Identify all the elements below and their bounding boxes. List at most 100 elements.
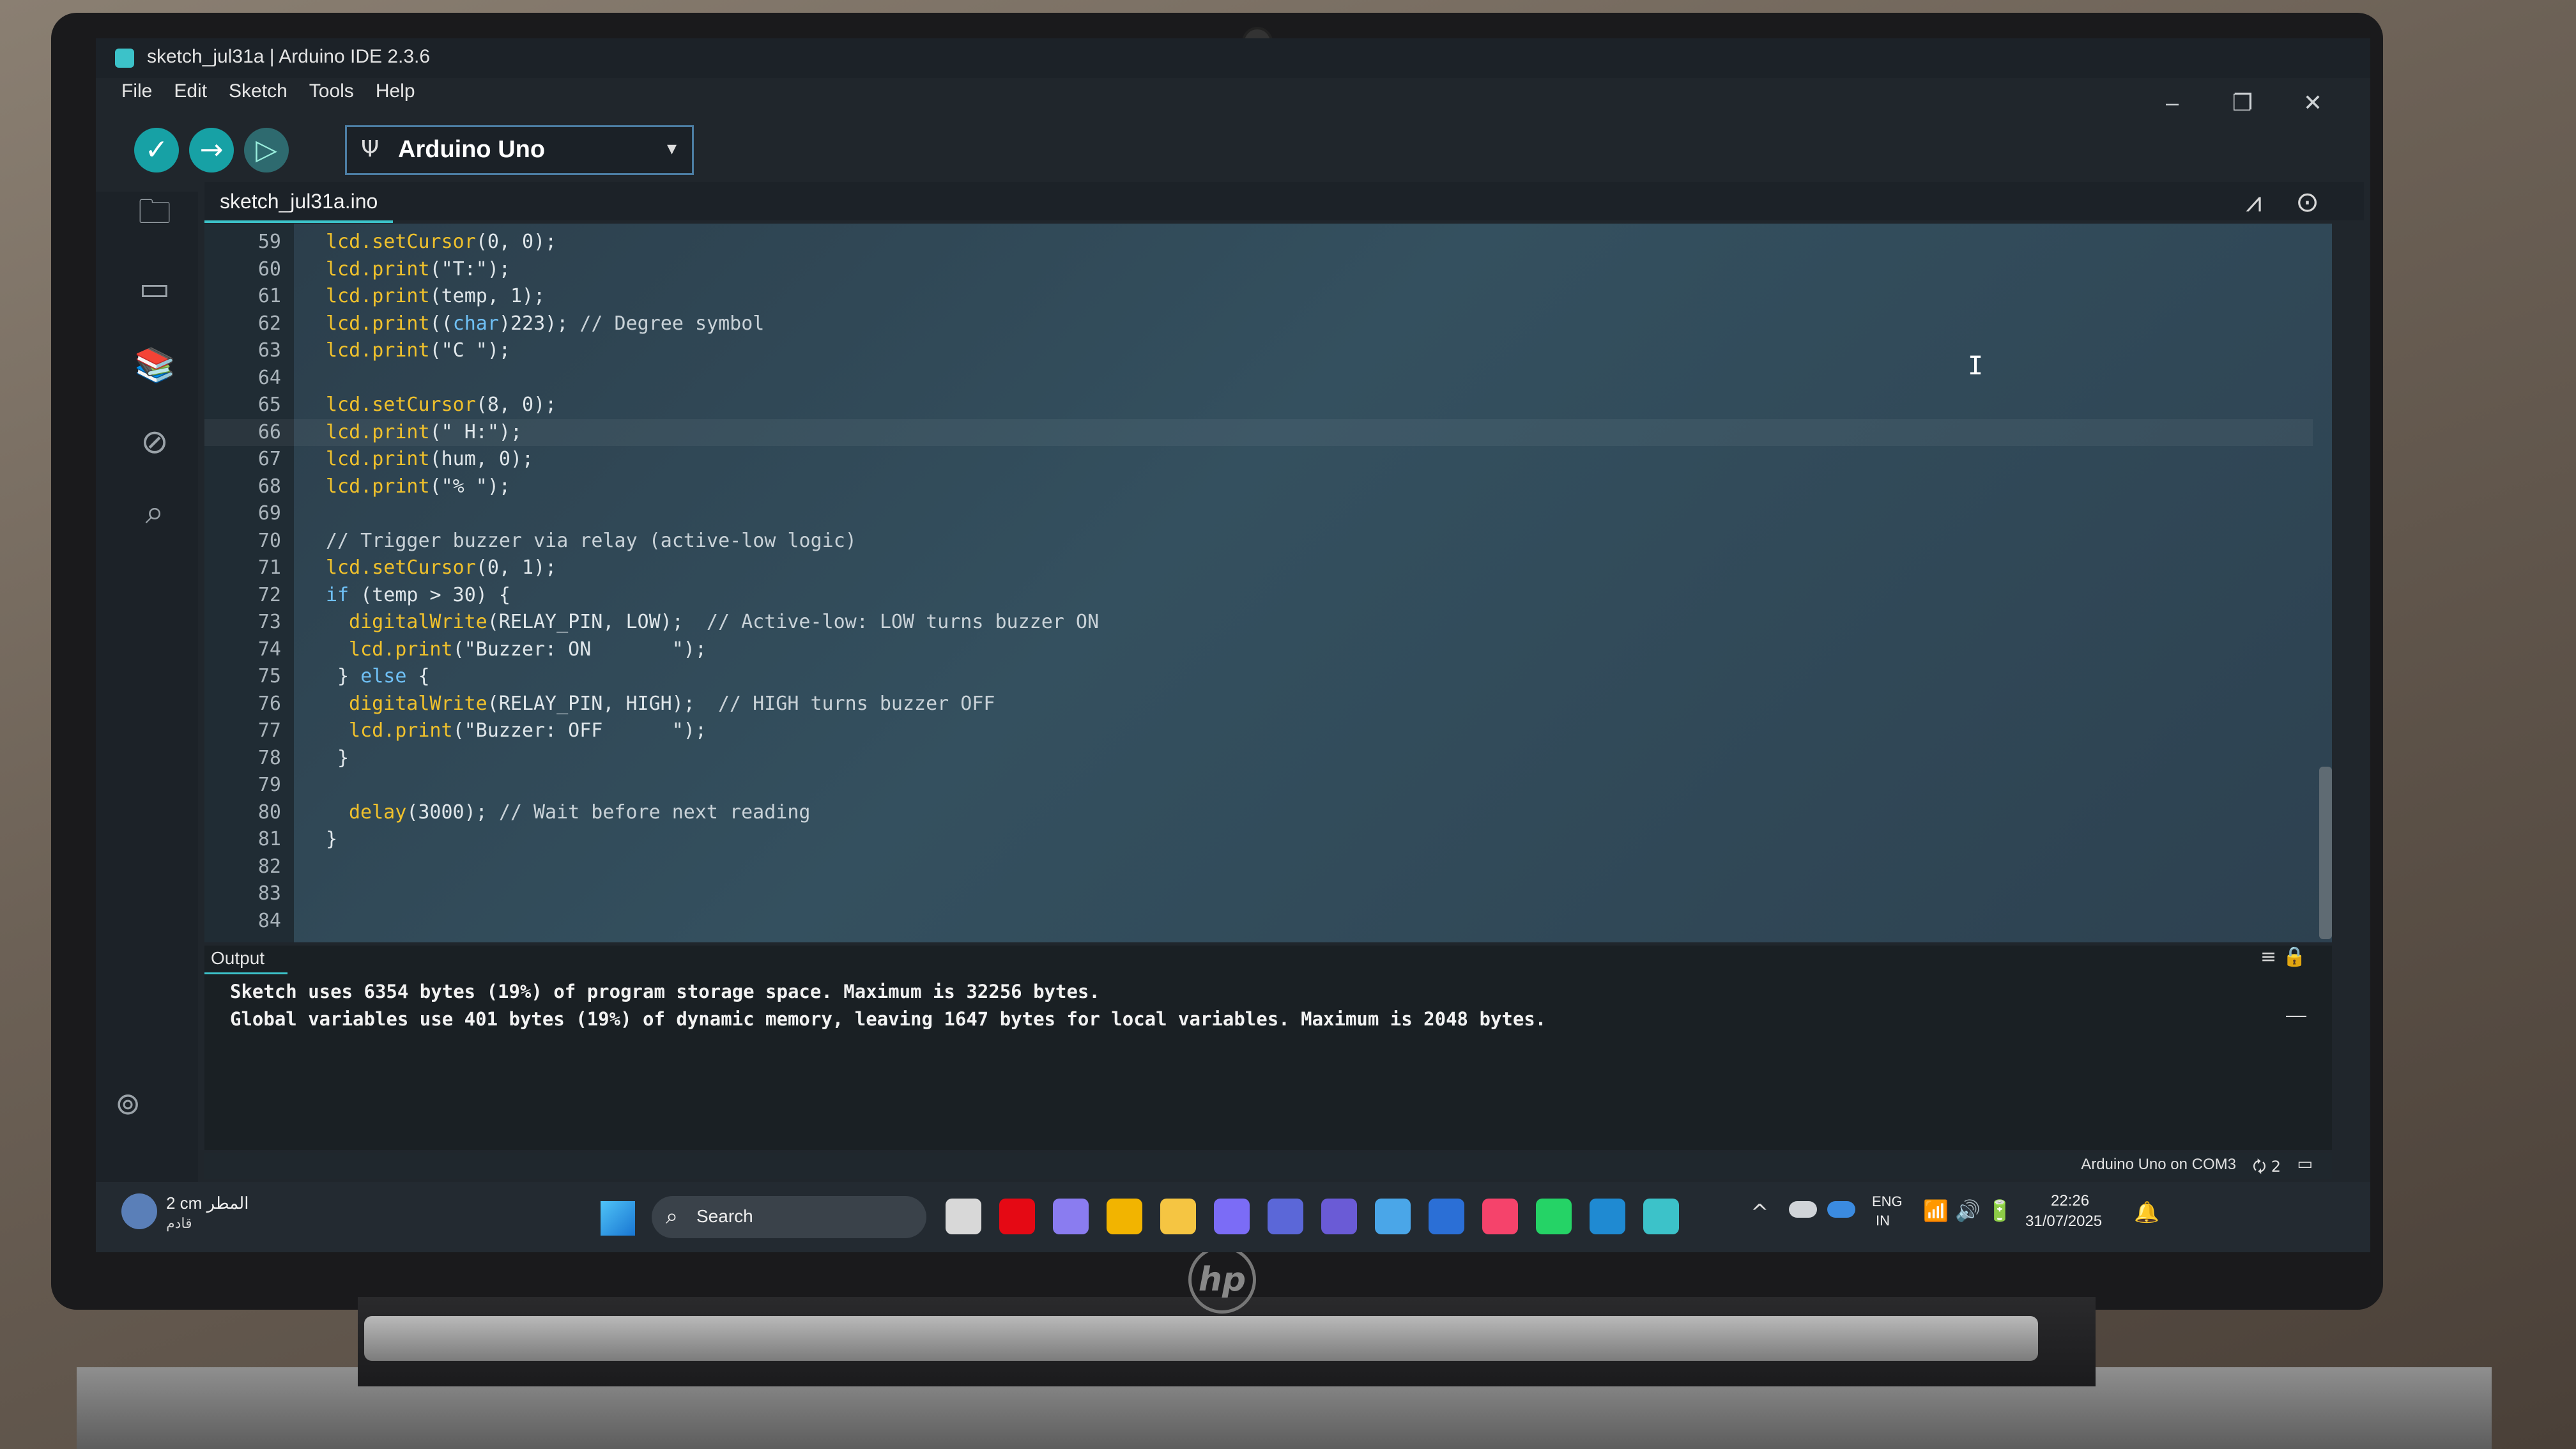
window-title: sketch_jul31a | Arduino IDE 2.3.6 [147,46,431,67]
menu-file[interactable]: File [121,80,152,111]
code-line[interactable]: 67 lcd.print(hum, 0); [204,446,2313,473]
account-icon[interactable]: ⊚ [115,1086,141,1122]
line-number: 61 [257,285,281,307]
cloud-icon[interactable] [1827,1201,1855,1218]
boards-manager-icon[interactable]: ▭ [134,268,175,309]
taskbar-search[interactable]: ⌕ Search [652,1196,926,1238]
taskbar-app-photos[interactable] [1375,1199,1411,1234]
tab-bar: sketch_jul31a.ino ⩘ ⊙ [204,182,2364,223]
code-line[interactable]: 59 lcd.setCursor(0, 0); [204,229,2313,256]
status-board-port[interactable]: Arduino Uno on COM3 [2081,1156,2236,1174]
taskbar-app-word[interactable] [1429,1199,1464,1234]
sketchbook-folder-icon[interactable]: 🗀 [134,192,175,233]
output-line: Sketch uses 6354 bytes (19%) of program … [230,981,1100,1002]
code-line[interactable]: 69 [204,500,2313,527]
taskbar-app-whatsapp[interactable] [1536,1199,1572,1234]
tray-chevron-icon[interactable]: ^ [1751,1200,1769,1225]
code-line[interactable]: 61 lcd.print(temp, 1); [204,283,2313,310]
code-line[interactable]: 71 lcd.setCursor(0, 1); [204,555,2313,581]
verify-button[interactable]: ✓ [134,128,179,172]
code-line[interactable]: 77 lcd.print("Buzzer: OFF "); [204,717,2313,744]
code-token: // Trigger buzzer via relay (active-low … [326,529,857,552]
code-line[interactable]: 81} [204,826,2313,853]
clock-date[interactable]: 31/07/2025 [2025,1213,2102,1230]
output-tab-underline [204,972,288,974]
code-line[interactable]: 76 digitalWrite(RELAY_PIN, HIGH); // HIGH… [204,691,2313,717]
tray-status-icons[interactable]: 📶 🔊 🔋 [1923,1199,2012,1223]
code-token: { [406,665,430,687]
code-token: // Degree symbol [579,312,765,335]
code-line[interactable]: 72 if (temp > 30) { [204,582,2313,609]
start-button[interactable] [601,1201,635,1236]
code-line[interactable]: 63 lcd.print("C "); [204,337,2313,364]
notification-bell-icon[interactable]: 🔔 [2134,1200,2159,1224]
taskbar-app-task-view[interactable] [946,1199,981,1234]
code-editor[interactable]: 59 lcd.setCursor(0, 0); 60 lcd.print("T:");… [204,224,2332,942]
language-region[interactable]: IN [1876,1213,1890,1229]
taskbar-app-teams[interactable] [1268,1199,1303,1234]
code-token: lcd.print [326,420,430,443]
toggle-panel-icon[interactable]: ▭ [2297,1154,2313,1174]
code-text: } [326,745,349,772]
code-line[interactable]: 82 [204,854,2313,880]
code-line[interactable]: 62 lcd.print((char)223); // Degree symbol [204,310,2313,337]
serial-monitor-icon[interactable]: ⊙ [2296,186,2319,218]
taskbar-app-chrome[interactable] [1107,1199,1142,1234]
line-number: 84 [257,909,281,932]
weather-icon[interactable] [121,1193,157,1229]
board-selector[interactable]: Ψ Arduino Uno ▾ [345,125,694,175]
weather-temperature[interactable]: 2 cm المطر [166,1193,249,1213]
code-line[interactable]: 65 lcd.setCursor(8, 0); [204,392,2313,418]
line-number: 71 [257,556,281,579]
code-text: } [326,826,337,853]
code-line[interactable]: 64 [204,365,2313,392]
code-token: (temp, 1); [429,285,546,307]
code-line[interactable]: 79 [204,772,2313,799]
maximize-button[interactable]: ❐ [2211,89,2274,116]
clock-time[interactable]: 22:26 [2051,1192,2089,1210]
status-notifications[interactable]: 🗘 2 [2253,1156,2281,1182]
library-manager-icon[interactable]: 📚 [134,345,176,386]
serial-plotter-icon[interactable]: ⩘ [2246,186,2262,218]
taskbar-app-arduino-ide[interactable] [1643,1199,1679,1234]
language-code[interactable]: ENG [1872,1193,1903,1210]
menu-help[interactable]: Help [376,80,415,111]
code-line[interactable]: 68 lcd.print("% "); [204,473,2313,500]
onedrive-icon[interactable] [1789,1201,1817,1218]
close-button[interactable]: ✕ [2281,89,2345,116]
taskbar-app-copilot[interactable] [1053,1199,1089,1234]
upload-button[interactable]: → [189,128,234,172]
output-minimize-button[interactable]: — [2286,1003,2306,1027]
weather-description: قادم [166,1215,192,1231]
debug-button[interactable]: ▷ [244,128,289,172]
taskbar-app-netflix[interactable] [999,1199,1035,1234]
code-line[interactable]: 75 } else { [204,663,2313,690]
taskbar-app-file-explorer[interactable] [1160,1199,1196,1234]
code-line[interactable]: 74 lcd.print("Buzzer: ON "); [204,636,2313,663]
code-token: lcd.print [349,719,453,742]
search-icon[interactable]: ⌕ [134,492,175,533]
code-line[interactable]: 73 digitalWrite(RELAY_PIN, LOW); // Activ… [204,609,2313,636]
taskbar-app-vscode[interactable] [1590,1199,1625,1234]
menu-sketch[interactable]: Sketch [229,80,288,111]
taskbar-app-apple-music[interactable] [1482,1199,1518,1234]
debug-icon[interactable]: ⊘ [134,422,175,463]
taskbar-app-phone-link[interactable] [1321,1199,1357,1234]
code-text: lcd.print((char)223); // Degree symbol [326,310,764,337]
code-line[interactable]: 80 delay(3000); // Wait before next readi… [204,799,2313,826]
code-line[interactable]: 70 // Trigger buzzer via relay (active-lo… [204,528,2313,555]
code-line[interactable]: 66 lcd.print(" H:"); [204,418,2313,446]
editor-scrollbar[interactable] [2319,767,2332,939]
taskbar-app-clipchamp[interactable] [1214,1199,1250,1234]
output-toolbar-icons[interactable]: ≡ 🔒 [2260,946,2306,968]
code-line[interactable]: 84 [204,908,2313,935]
code-line[interactable]: 78 } [204,745,2313,772]
code-token: } [326,665,361,687]
code-line[interactable]: 60 lcd.print("T:"); [204,256,2313,283]
menu-edit[interactable]: Edit [174,80,207,111]
code-line[interactable]: 83 [204,880,2313,907]
code-token: (RELAY_PIN, HIGH); [487,692,718,715]
tab-sketch-file[interactable]: sketch_jul31a.ino [204,182,394,223]
menu-tools[interactable]: Tools [309,80,354,111]
minimize-button[interactable]: – [2140,89,2204,116]
